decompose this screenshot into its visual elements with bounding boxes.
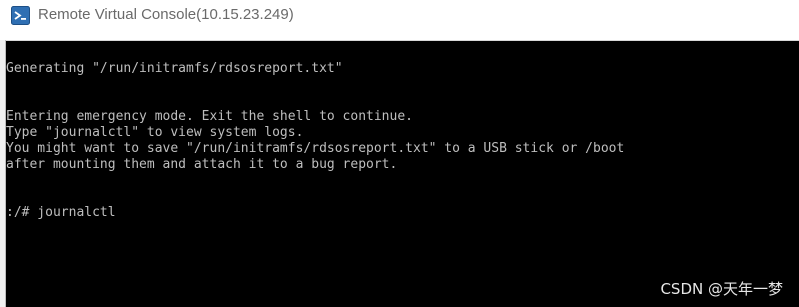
console-line: You might want to save "/run/initramfs/r… [6, 141, 625, 156]
console-prompt[interactable]: :/# journalctl [6, 205, 116, 221]
csdn-watermark: CSDN @天年一梦 [660, 280, 783, 298]
remote-console-window: Remote Virtual Console(10.15.23.249) Gen… [0, 0, 799, 307]
console-screen[interactable]: Generating "/run/initramfs/rdsosreport.t… [6, 41, 799, 307]
java-app-icon [11, 6, 30, 25]
title-bar[interactable]: Remote Virtual Console(10.15.23.249) [0, 0, 799, 32]
console-line: Entering emergency mode. Exit the shell … [6, 109, 413, 124]
console-line: Type "journalctl" to view system logs. [6, 125, 304, 140]
console-line: Generating "/run/initramfs/rdsosreport.t… [6, 61, 343, 76]
window-title: Remote Virtual Console(10.15.23.249) [38, 6, 294, 23]
window-frame-top [0, 32, 799, 41]
console-line: after mounting them and attach it to a b… [6, 157, 398, 172]
